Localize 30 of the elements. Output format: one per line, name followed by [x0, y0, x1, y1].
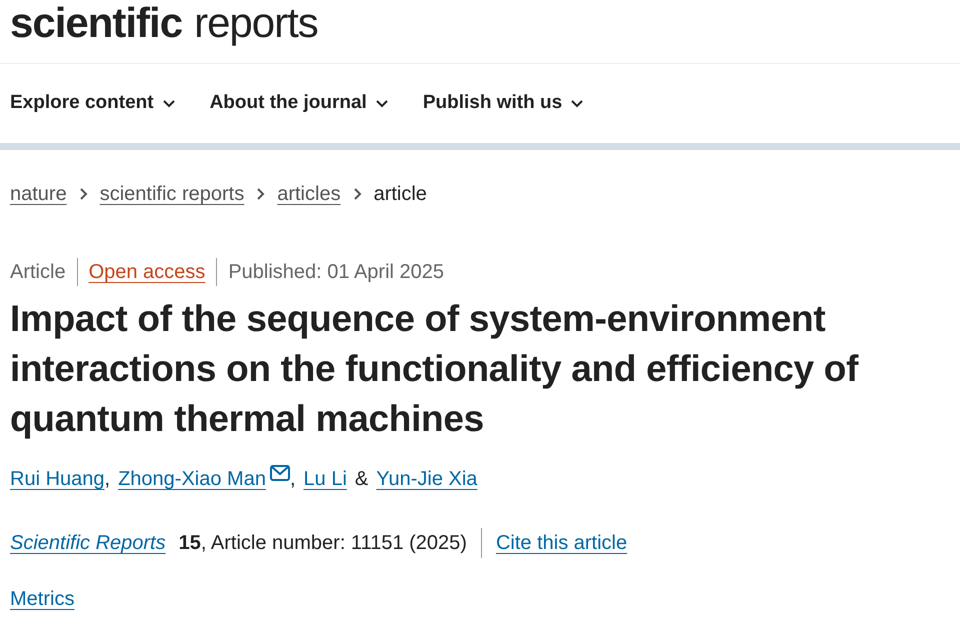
published-date: Published: 01 April 2025 [228, 260, 444, 285]
chevron-down-icon [374, 99, 389, 108]
citation-details: 15, Article number: 11151 (2025) [178, 531, 467, 556]
author-link[interactable]: Yun-Jie Xia [376, 464, 478, 494]
chevron-right-icon [256, 187, 266, 201]
nav-menu-button[interactable]: About the journal [210, 89, 389, 118]
breadcrumb-current: article [374, 182, 427, 207]
cite-link[interactable]: Cite this article [496, 528, 628, 558]
chevron-right-icon [352, 187, 362, 201]
chevron-down-icon [162, 99, 176, 108]
article-type: Article [10, 260, 66, 285]
breadcrumb-link[interactable]: articles [277, 179, 341, 209]
author-link[interactable]: Rui Huang [10, 464, 105, 494]
breadcrumb-link[interactable]: nature [10, 179, 67, 209]
journal-link[interactable]: Scientific Reports [10, 528, 166, 558]
chevron-right-icon [78, 187, 88, 201]
nav-menu-button[interactable]: Explore content [10, 89, 176, 118]
mail-icon[interactable] [270, 465, 290, 481]
author-separator: , [290, 467, 296, 492]
chevron-down-icon [570, 99, 584, 108]
journal-logo[interactable]: scientific reports [10, 0, 318, 46]
author-separator: , [104, 467, 110, 492]
author-link[interactable]: Zhong-Xiao Man [118, 464, 266, 494]
nav-menu-button[interactable]: Publish with us [422, 89, 584, 118]
author-link[interactable]: Lu Li [304, 464, 347, 494]
breadcrumb-link[interactable]: scientific reports [100, 179, 244, 209]
metrics-link[interactable]: Metrics [10, 588, 74, 610]
author-separator: & [354, 467, 368, 492]
article-title: Impact of the sequence of system-environment interactions on the functionality and efficiency of quantum thermal machines [9, 297, 860, 441]
open-access-link[interactable]: Open access [88, 257, 206, 287]
